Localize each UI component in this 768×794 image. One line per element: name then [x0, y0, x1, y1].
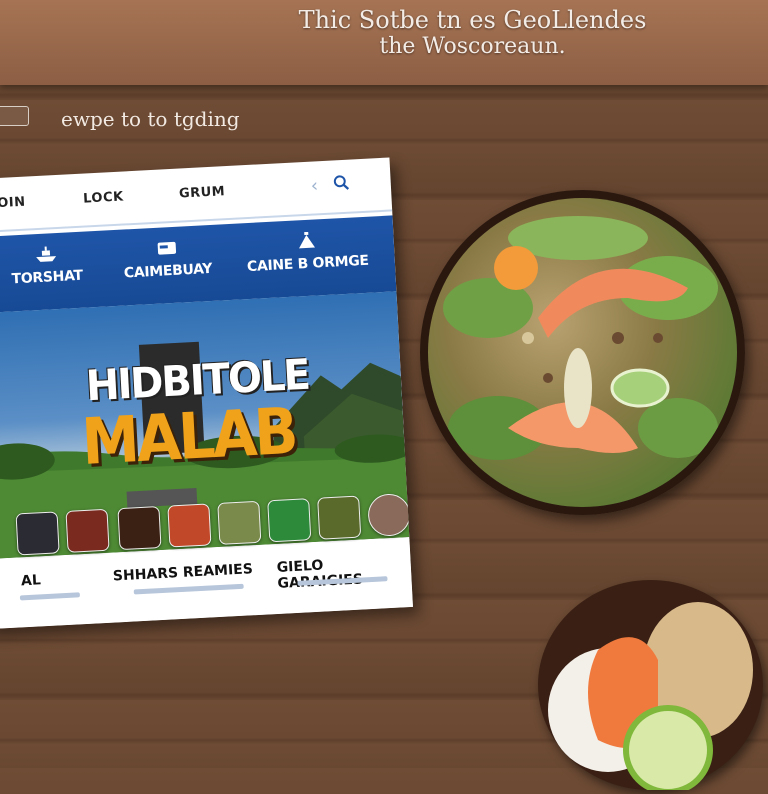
salad-bowl [420, 190, 745, 515]
category-item-3[interactable]: CAINE B ORMGE [231, 228, 383, 276]
category-label: CAIMEBUAY [123, 260, 213, 282]
app-icon[interactable] [367, 492, 412, 538]
banner-title-line1: Thic Sotbe tn es GeoLlendes [298, 6, 647, 34]
section-heading-1[interactable]: AL [21, 572, 42, 589]
placeholder-line [133, 583, 244, 595]
category-label: TORSHAT [11, 267, 84, 288]
app-icon[interactable] [317, 495, 362, 540]
app-icon[interactable] [117, 506, 162, 551]
category-item-1[interactable]: TORSHAT [0, 243, 98, 288]
section-heading-3[interactable]: GIELO GARAIGIES [276, 553, 411, 592]
nav-item-grum[interactable]: GRUM [179, 184, 226, 201]
search-icon[interactable] [332, 174, 351, 193]
ship-icon [36, 246, 57, 262]
salad [428, 198, 737, 507]
section-heading-2[interactable]: SHHARS REAMIES [113, 561, 254, 584]
app-icon[interactable] [167, 503, 212, 548]
swipe-hint-text: ewpe to to tgding [61, 107, 240, 131]
placeholder-line [19, 592, 81, 601]
app-icon[interactable] [217, 500, 262, 545]
hero-title-bottom: MALAB [79, 393, 298, 480]
salad-illustration [443, 216, 718, 460]
side-dish-illustration [548, 602, 753, 794]
side-dish [538, 580, 763, 794]
category-label: CAINE B ORMGE [246, 252, 370, 276]
card-icon [157, 241, 177, 255]
chevron-left-icon[interactable]: ‹ [310, 175, 318, 196]
app-icon[interactable] [15, 511, 60, 556]
nav-item-join[interactable]: OIN [0, 195, 26, 211]
banner-title-line2: the Woscoreaun. [379, 34, 566, 59]
swipe-button[interactable] [0, 106, 29, 126]
pyramid-icon [299, 231, 316, 249]
category-item-2[interactable]: CAIMEBUAY [111, 236, 223, 282]
title-banner: Thic Sotbe tn es GeoLlendes the Woscorea… [0, 0, 768, 85]
app-icon[interactable] [267, 498, 312, 543]
nav-item-lock[interactable]: LOCK [83, 189, 124, 206]
app-icon[interactable] [65, 508, 110, 553]
tablet-screen: OIN LOCK GRUM ‹ TORSHAT CAIMEBUAY CAINE … [0, 157, 413, 630]
